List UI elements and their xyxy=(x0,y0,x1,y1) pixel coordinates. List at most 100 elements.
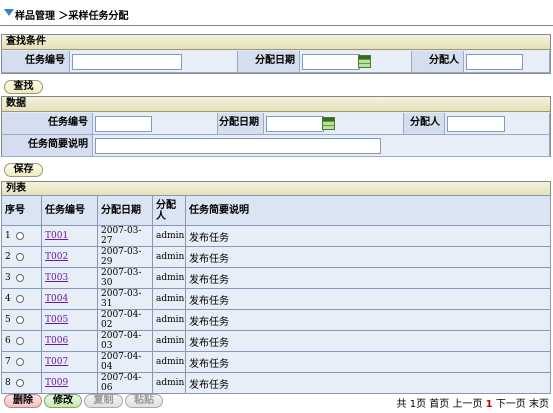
pager-next[interactable]: 下一页 xyxy=(496,399,526,410)
data-task-no-input[interactable] xyxy=(95,116,152,132)
row-task-no: T005 xyxy=(41,309,98,331)
task-table: 序号 任务编号 分配日期 分配人 任务简要说明 1 T001 2007-03-27 a… xyxy=(1,195,551,394)
row-desc: 发布任务 xyxy=(185,288,551,310)
calendar-icon[interactable] xyxy=(358,55,371,68)
search-date-input[interactable] xyxy=(302,54,360,70)
row-desc: 发布任务 xyxy=(185,309,551,331)
pager-last[interactable]: 末页 xyxy=(529,399,549,410)
row-seq: 8 xyxy=(1,372,42,394)
data-section: 数据 任务编号 分配日期 分配人 任务简要说明 xyxy=(1,96,551,157)
row-radio[interactable] xyxy=(15,378,24,387)
save-button[interactable]: 保存 xyxy=(4,163,43,177)
data-task-no-label: 任务编号 xyxy=(2,113,93,135)
row-date: 2007-04-03 xyxy=(97,330,153,352)
search-section: 查找条件 任务编号 分配日期 分配人 xyxy=(1,34,551,74)
row-date: 2007-03-31 xyxy=(97,288,153,310)
data-date-input[interactable] xyxy=(266,116,324,132)
row-radio[interactable] xyxy=(15,273,24,282)
search-task-no-label: 任务编号 xyxy=(2,51,70,73)
row-desc: 发布任务 xyxy=(185,267,551,289)
copy-button[interactable]: 复制 xyxy=(84,394,123,408)
search-date-label: 分配日期 xyxy=(238,51,300,73)
table-row[interactable]: 4 T004 2007-03-31 admin 发布任务 xyxy=(1,288,551,310)
row-radio[interactable] xyxy=(15,252,24,261)
row-desc: 发布任务 xyxy=(185,372,551,394)
data-section-title: 数据 xyxy=(2,97,550,112)
row-date: 2007-03-30 xyxy=(97,267,153,289)
breadcrumb: 样品管理 ＞采样任务分配 xyxy=(15,11,129,22)
data-assignee-input[interactable] xyxy=(447,116,505,132)
pager-current: 1 xyxy=(485,399,493,410)
table-row[interactable]: 7 T007 2007-04-04 admin 发布任务 xyxy=(1,351,551,373)
row-seq: 7 xyxy=(1,351,42,373)
table-row[interactable]: 8 T009 2007-04-06 admin 发布任务 xyxy=(1,372,551,394)
search-assignee-label: 分配人 xyxy=(412,51,464,73)
task-no-link[interactable]: T001 xyxy=(45,231,68,241)
header-desc: 任务简要说明 xyxy=(185,195,551,226)
row-task-no: T003 xyxy=(41,267,98,289)
header-seq: 序号 xyxy=(1,195,42,226)
row-date: 2007-04-04 xyxy=(97,351,153,373)
row-date: 2007-04-02 xyxy=(97,309,153,331)
table-header-row: 序号 任务编号 分配日期 分配人 任务简要说明 xyxy=(1,195,551,226)
paste-button[interactable]: 粘贴 xyxy=(125,394,163,408)
data-desc-input[interactable] xyxy=(95,138,381,154)
row-seq: 4 xyxy=(1,288,42,310)
header-task-no: 任务编号 xyxy=(41,195,98,226)
task-no-link[interactable]: T009 xyxy=(45,378,68,388)
row-seq: 1 xyxy=(1,225,42,247)
delete-button[interactable]: 删除 xyxy=(4,394,42,408)
find-button[interactable]: 查找 xyxy=(4,80,43,94)
row-date: 2007-03-27 xyxy=(97,225,153,247)
row-radio[interactable] xyxy=(15,315,24,324)
task-no-link[interactable]: T007 xyxy=(45,357,68,367)
header-assignee: 分配人 xyxy=(152,195,186,226)
row-date: 2007-04-06 xyxy=(97,372,153,394)
data-desc-label: 任务简要说明 xyxy=(2,135,93,157)
row-date: 2007-03-29 xyxy=(97,246,153,268)
task-no-link[interactable]: T006 xyxy=(45,336,68,346)
breadcrumb-arrow-icon xyxy=(4,9,14,16)
page-titlebar: 样品管理 ＞采样任务分配 xyxy=(0,0,553,26)
pagination: 共 1页 首页 上一页 1 下一页 末页 xyxy=(397,395,549,410)
row-seq: 6 xyxy=(1,330,42,352)
pager-prev[interactable]: 上一页 xyxy=(452,399,482,410)
header-date: 分配日期 xyxy=(97,195,153,226)
data-date-label: 分配日期 xyxy=(218,113,264,135)
pager-total-suffix: 页 xyxy=(416,399,427,410)
row-desc: 发布任务 xyxy=(185,225,551,247)
row-assignee: admin xyxy=(152,372,186,394)
row-seq: 5 xyxy=(1,309,42,331)
row-assignee: admin xyxy=(152,267,186,289)
row-task-no: T007 xyxy=(41,351,98,373)
row-task-no: T002 xyxy=(41,246,98,268)
row-assignee: admin xyxy=(152,351,186,373)
row-radio[interactable] xyxy=(15,336,24,345)
row-seq: 2 xyxy=(1,246,42,268)
task-no-link[interactable]: T005 xyxy=(45,315,68,325)
edit-button[interactable]: 修改 xyxy=(44,394,82,408)
task-no-link[interactable]: T004 xyxy=(45,294,68,304)
table-row[interactable]: 2 T002 2007-03-29 admin 发布任务 xyxy=(1,246,551,268)
row-radio[interactable] xyxy=(15,357,24,366)
row-radio[interactable] xyxy=(15,231,24,240)
task-no-link[interactable]: T002 xyxy=(45,252,68,262)
pager-first[interactable]: 首页 xyxy=(429,399,449,410)
row-assignee: admin xyxy=(152,288,186,310)
table-row[interactable]: 6 T006 2007-04-03 admin 发布任务 xyxy=(1,330,551,352)
calendar-icon[interactable] xyxy=(322,117,335,130)
list-section: 列表 xyxy=(1,181,551,197)
search-assignee-input[interactable] xyxy=(466,54,523,70)
table-row[interactable]: 1 T001 2007-03-27 admin 发布任务 xyxy=(1,225,551,247)
row-task-no: T004 xyxy=(41,288,98,310)
row-desc: 发布任务 xyxy=(185,351,551,373)
table-row[interactable]: 5 T005 2007-04-02 admin 发布任务 xyxy=(1,309,551,331)
row-assignee: admin xyxy=(152,225,186,247)
task-no-link[interactable]: T003 xyxy=(45,273,68,283)
row-radio[interactable] xyxy=(15,294,24,303)
row-desc: 发布任务 xyxy=(185,330,551,352)
table-row[interactable]: 3 T003 2007-03-30 admin 发布任务 xyxy=(1,267,551,289)
row-assignee: admin xyxy=(152,246,186,268)
pager-total-prefix: 共 xyxy=(396,399,407,410)
search-task-no-input[interactable] xyxy=(72,54,182,70)
